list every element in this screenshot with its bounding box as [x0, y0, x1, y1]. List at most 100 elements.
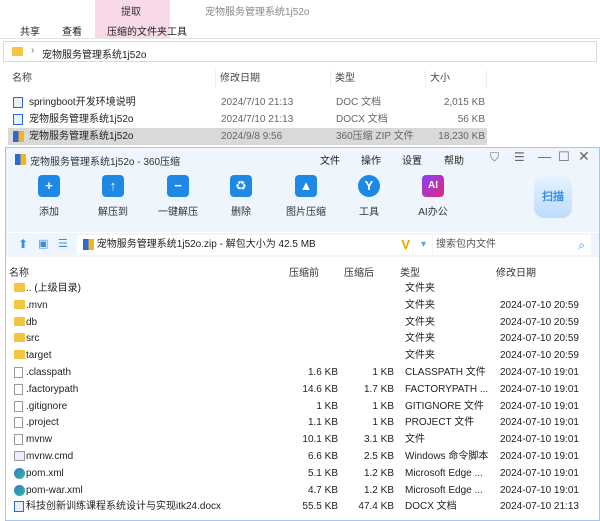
size-after: 1 KB: [372, 400, 394, 412]
column-date[interactable]: 修改日期: [216, 70, 331, 88]
tab-view[interactable]: 查看: [62, 23, 82, 38]
tools-button[interactable]: Y 工具: [344, 169, 394, 218]
column-type[interactable]: 类型: [400, 264, 420, 279]
button-label: 解压到: [98, 207, 128, 218]
entry-date: 2024-07-10 20:59: [500, 350, 579, 362]
entry-type: 文件夹: [405, 299, 435, 311]
entry-type: 文件夹: [405, 316, 435, 328]
close-button[interactable]: ✕: [578, 148, 590, 165]
search-icon[interactable]: ⌕: [578, 235, 585, 255]
entry-name: .gitignore: [26, 400, 68, 412]
size-after: 1 KB: [372, 367, 394, 378]
add-button[interactable]: + 添加: [24, 169, 74, 218]
tab-extract[interactable]: 提取: [121, 3, 141, 18]
zip-window: 宠物服务管理系统1j52o - 360压缩 文件 操作 设置 帮助 ⛉ ☰ — …: [5, 147, 600, 521]
entry-type: 文件夹: [405, 350, 435, 362]
extract-to-button[interactable]: ↑ 解压到: [88, 169, 138, 218]
address-bar[interactable]: › 宠物服务管理系统1j52o: [3, 41, 597, 62]
word-icon: [14, 501, 24, 513]
up-arrow-icon[interactable]: ⬆: [18, 237, 28, 251]
menu-operate[interactable]: 操作: [361, 152, 381, 167]
file-name: 宠物服务管理系统1j52o: [29, 131, 134, 142]
file-icon: [14, 434, 23, 446]
window-title: 宠物服务管理系统1j52o: [205, 7, 310, 18]
file-icon: [14, 367, 23, 378]
menu-settings[interactable]: 设置: [402, 152, 422, 167]
thumbnail-view-icon[interactable]: ▣: [38, 237, 48, 250]
file-name: 宠物服务管理系统1j52o: [29, 114, 134, 125]
file-size: 56 KB: [457, 114, 485, 125]
recycle-icon: ♻: [230, 175, 252, 197]
tab-share[interactable]: 共享: [20, 23, 40, 38]
file-row[interactable]: 宠物服务管理系统1j52o 2024/7/10 21:13 DOCX 文档 56…: [8, 111, 487, 128]
feedback-icon[interactable]: ☰: [514, 150, 525, 164]
archive-row[interactable]: target 文件夹 2024-07-10 20:59: [6, 347, 599, 364]
entry-name: mvnw.cmd: [26, 451, 74, 462]
archive-row[interactable]: mvnw 10.1 KB 3.1 KB 文件 2024-07-10 19:01: [6, 431, 599, 448]
word-icon: [13, 97, 23, 108]
menu-file[interactable]: 文件: [320, 152, 340, 167]
ai-office-button[interactable]: AI AI办公: [408, 169, 458, 218]
column-name[interactable]: 名称: [8, 70, 216, 88]
path-bar[interactable]: 宠物服务管理系统1j52o.zip - 解包大小为 42.5 MB V ▾: [77, 235, 432, 255]
delete-button[interactable]: ♻ 删除: [216, 169, 266, 218]
archive-row[interactable]: src 文件夹 2024-07-10 20:59: [6, 330, 599, 347]
column-after[interactable]: 压缩后: [344, 264, 374, 279]
archive-row[interactable]: pom.xml 5.1 KB 1.2 KB Microsoft Edge ...…: [6, 465, 599, 482]
minimize-button[interactable]: —: [538, 149, 551, 164]
entry-name: target: [26, 350, 52, 362]
tab-compressed-folder-tools[interactable]: 压缩的文件夹工具: [107, 23, 187, 38]
entry-date: 2024-07-10 20:59: [500, 299, 579, 311]
entry-name: db: [26, 316, 38, 328]
archive-row[interactable]: .. (上级目录) 文件夹: [6, 280, 599, 297]
entry-date: 2024-07-10 19:01: [500, 451, 579, 462]
entry-date: 2024-07-10 19:01: [500, 417, 579, 429]
cmd-icon: [14, 451, 25, 461]
list-view-icon[interactable]: ☰: [58, 237, 68, 250]
archive-row[interactable]: .gitignore 1 KB 1 KB GITIGNORE 文件 2024-0…: [6, 398, 599, 415]
entry-date: 2024-07-10 20:59: [500, 316, 579, 328]
size-before: 6.6 KB: [307, 451, 338, 462]
maximize-button[interactable]: ☐: [558, 149, 570, 165]
ai-icon: AI: [422, 175, 444, 197]
entry-name: .classpath: [26, 367, 72, 378]
folder-icon: [12, 47, 23, 56]
file-row-selected[interactable]: 宠物服务管理系统1j52o 2024/9/8 9:56 360压缩 ZIP 文件…: [8, 128, 487, 145]
menu-help[interactable]: 帮助: [444, 152, 464, 167]
size-before: 4.7 KB: [307, 484, 338, 496]
entry-name: 科技创新训练课程系统设计与实现itk24.docx: [26, 501, 222, 513]
search-placeholder: 搜索包内文件: [436, 239, 496, 250]
word-icon: [13, 114, 23, 125]
button-label: 一键解压: [158, 207, 198, 218]
skin-icon[interactable]: ⛉: [490, 150, 499, 165]
one-click-extract-button[interactable]: − 一键解压: [153, 169, 203, 218]
breadcrumb[interactable]: 宠物服务管理系统1j52o: [42, 46, 146, 61]
file-row[interactable]: springboot开发环境说明 2024/7/10 21:13 DOC 文档 …: [8, 94, 487, 111]
column-name[interactable]: 名称: [9, 264, 29, 279]
image-compress-button[interactable]: ▲ 图片压缩: [281, 169, 331, 218]
entry-type: Microsoft Edge ...: [405, 467, 483, 479]
archive-row[interactable]: 科技创新训练课程系统设计与实现itk24.docx 55.5 KB 47.4 K…: [6, 498, 599, 515]
archive-row[interactable]: mvnw.cmd 6.6 KB 2.5 KB Windows 命令脚本 2024…: [6, 448, 599, 465]
entry-type: Microsoft Edge ...: [405, 484, 483, 496]
archive-row[interactable]: .factorypath 14.6 KB 1.7 KB FACTORYPATH …: [6, 381, 599, 398]
folder-icon: [14, 350, 25, 360]
add-icon: +: [38, 175, 60, 197]
entry-type: 文件夹: [405, 333, 435, 345]
archive-row[interactable]: .project 1.1 KB 1 KB PROJECT 文件 2024-07-…: [6, 414, 599, 431]
entry-date: 2024-07-10 19:01: [500, 367, 579, 378]
scan-button[interactable]: 扫描: [534, 176, 572, 218]
file-type: 360压缩 ZIP 文件: [336, 131, 414, 142]
column-size[interactable]: 大小: [426, 70, 487, 88]
column-date[interactable]: 修改日期: [496, 264, 536, 279]
column-type[interactable]: 类型: [331, 70, 426, 88]
column-before[interactable]: 压缩前: [289, 264, 319, 279]
archive-row[interactable]: db 文件夹 2024-07-10 20:59: [6, 314, 599, 331]
archive-row[interactable]: .classpath 1.6 KB 1 KB CLASSPATH 文件 2024…: [6, 364, 599, 381]
search-input[interactable]: 搜索包内文件 ⌕: [433, 235, 591, 255]
image-icon: ▲: [295, 175, 317, 197]
file-date: 2024/7/10 21:13: [221, 114, 294, 125]
dropdown-arrow-icon[interactable]: ▾: [421, 235, 426, 255]
archive-row[interactable]: pom-war.xml 4.7 KB 1.2 KB Microsoft Edge…: [6, 482, 599, 499]
archive-row[interactable]: .mvn 文件夹 2024-07-10 20:59: [6, 297, 599, 314]
